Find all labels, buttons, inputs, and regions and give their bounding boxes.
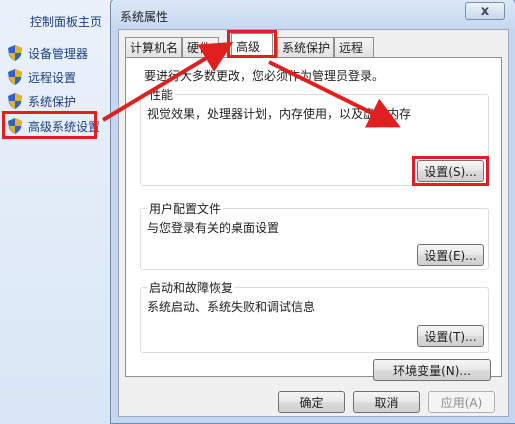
button-label: 环境变量(N)... bbox=[393, 363, 471, 378]
startup-recovery-settings-button[interactable]: 设置(T)... bbox=[417, 325, 484, 347]
tab-computer-name[interactable]: 计算机名 bbox=[125, 37, 182, 57]
tab-label: 计算机名 bbox=[130, 41, 179, 55]
tab-remote[interactable]: 远程 bbox=[334, 37, 374, 57]
shield-icon bbox=[8, 69, 22, 85]
tab-label: 远程 bbox=[339, 41, 364, 55]
group-title: 用户配置文件 bbox=[147, 200, 224, 217]
button-label: 确定 bbox=[299, 395, 324, 410]
highlight-box-settings-button bbox=[412, 156, 489, 186]
tab-label: 系统保护 bbox=[282, 41, 331, 55]
cancel-button[interactable]: 取消 bbox=[353, 391, 420, 413]
highlight-box-advanced-settings bbox=[2, 111, 97, 139]
shield-icon bbox=[8, 93, 22, 109]
ok-button[interactable]: 确定 bbox=[278, 391, 345, 413]
button-label: 设置(E)... bbox=[424, 248, 477, 263]
group-description: 与您登录有关的桌面设置 bbox=[147, 221, 280, 235]
sidebar-item-label: 设备管理器 bbox=[28, 46, 89, 61]
tab-label: 硬件 bbox=[187, 41, 212, 55]
sidebar-item-remote-settings[interactable]: 远程设置 bbox=[8, 67, 76, 87]
sidebar-item-device-manager[interactable]: 设备管理器 bbox=[8, 43, 88, 63]
tab-system-protection[interactable]: 系统保护 bbox=[277, 37, 334, 57]
control-panel-sidebar: 控制面板主页 设备管理器 远程设置 系统保护 高级系统设置 bbox=[0, 0, 112, 424]
user-profiles-settings-button[interactable]: 设置(E)... bbox=[417, 244, 484, 266]
dialog-client-area: 计算机名 硬件 高级 系统保护 远程 要进行大多数更改，您必须作为管理员登录。 … bbox=[118, 29, 509, 417]
close-icon: x bbox=[480, 3, 490, 19]
apply-button[interactable]: 应用(A) bbox=[428, 391, 495, 413]
environment-variables-button[interactable]: 环境变量(N)... bbox=[373, 359, 491, 381]
group-title: 性能 bbox=[147, 86, 176, 103]
sidebar-item-system-protection[interactable]: 系统保护 bbox=[8, 91, 76, 111]
admin-notice: 要进行大多数更改，您必须作为管理员登录。 bbox=[144, 69, 385, 83]
sidebar-item-label: 系统保护 bbox=[28, 94, 77, 109]
group-description: 视觉效果，处理器计划，内存使用，以及虚拟内存 bbox=[147, 107, 412, 121]
button-label: 取消 bbox=[374, 395, 399, 410]
shield-icon bbox=[8, 45, 22, 61]
highlight-box-advanced-tab bbox=[227, 30, 277, 58]
tab-hardware[interactable]: 硬件 bbox=[182, 37, 219, 57]
button-label: 设置(T)... bbox=[424, 329, 477, 344]
dialog-title: 系统属性 bbox=[120, 10, 169, 24]
sidebar-item-label: 远程设置 bbox=[28, 70, 77, 85]
advanced-tab-page: 要进行大多数更改，您必须作为管理员登录。 性能 视觉效果，处理器计划，内存使用，… bbox=[125, 57, 502, 381]
control-panel-home-link[interactable]: 控制面板主页 bbox=[30, 13, 102, 30]
button-label: 应用(A) bbox=[440, 395, 483, 410]
system-properties-dialog: 系统属性 x 计算机名 硬件 高级 系统保护 远程 要进行大多数更改，您必须作为… bbox=[110, 0, 515, 424]
group-title: 启动和故障恢复 bbox=[147, 279, 236, 296]
group-description: 系统启动、系统失败和调试信息 bbox=[147, 300, 316, 314]
dialog-titlebar[interactable]: 系统属性 x bbox=[111, 0, 515, 29]
close-button[interactable]: x bbox=[465, 2, 505, 20]
